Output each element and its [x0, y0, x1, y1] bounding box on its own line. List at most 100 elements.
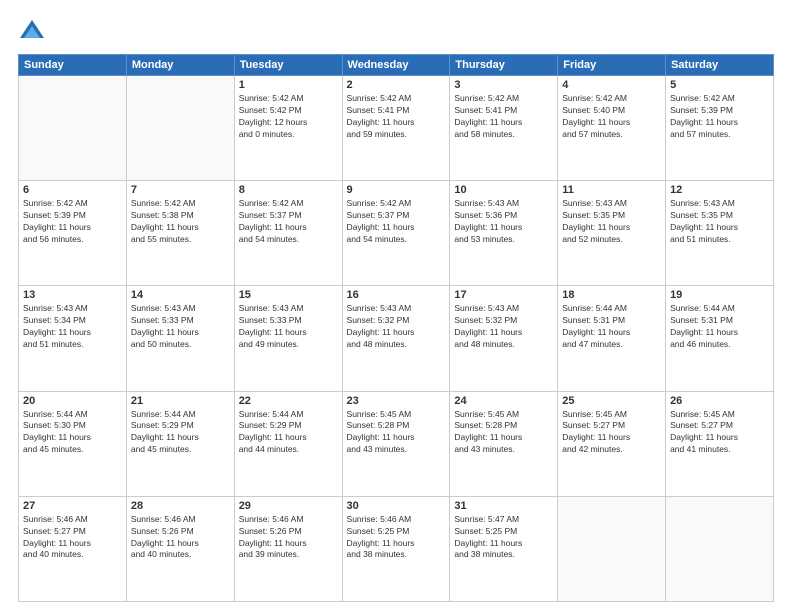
day-info: Sunrise: 5:45 AM Sunset: 5:27 PM Dayligh… — [670, 409, 769, 457]
day-number: 25 — [562, 395, 661, 407]
day-info: Sunrise: 5:43 AM Sunset: 5:34 PM Dayligh… — [23, 303, 122, 351]
header-cell-thursday: Thursday — [450, 55, 558, 76]
header-cell-sunday: Sunday — [19, 55, 127, 76]
day-cell: 1 Sunrise: 5:42 AM Sunset: 5:42 PM Daylig… — [234, 76, 342, 181]
week-row-2: 6 Sunrise: 5:42 AM Sunset: 5:39 PM Daylig… — [19, 181, 774, 286]
day-cell: 17 Sunrise: 5:43 AM Sunset: 5:32 PM Dayli… — [450, 286, 558, 391]
day-number: 9 — [347, 184, 446, 196]
day-info: Sunrise: 5:43 AM Sunset: 5:32 PM Dayligh… — [454, 303, 553, 351]
calendar: SundayMondayTuesdayWednesdayThursdayFrid… — [18, 54, 774, 602]
day-info: Sunrise: 5:43 AM Sunset: 5:33 PM Dayligh… — [131, 303, 230, 351]
day-info: Sunrise: 5:42 AM Sunset: 5:39 PM Dayligh… — [670, 93, 769, 141]
day-info: Sunrise: 5:46 AM Sunset: 5:26 PM Dayligh… — [239, 514, 338, 562]
day-cell: 24Sunrise: 5:45 AM Sunset: 5:28 PM Dayli… — [450, 391, 558, 496]
day-info: Sunrise: 5:45 AM Sunset: 5:28 PM Dayligh… — [454, 409, 553, 457]
day-number: 11 — [562, 184, 661, 196]
day-cell: 13 Sunrise: 5:43 AM Sunset: 5:34 PM Dayli… — [19, 286, 127, 391]
day-cell: 3Sunrise: 5:42 AM Sunset: 5:41 PM Daylig… — [450, 76, 558, 181]
day-cell: 6 Sunrise: 5:42 AM Sunset: 5:39 PM Daylig… — [19, 181, 127, 286]
day-cell: 7Sunrise: 5:42 AM Sunset: 5:38 PM Daylig… — [126, 181, 234, 286]
day-number: 7 — [131, 184, 230, 196]
day-number: 12 — [670, 184, 769, 196]
day-cell: 12Sunrise: 5:43 AM Sunset: 5:35 PM Dayli… — [666, 181, 774, 286]
day-cell: 28 Sunrise: 5:46 AM Sunset: 5:26 PM Dayli… — [126, 496, 234, 601]
header-cell-wednesday: Wednesday — [342, 55, 450, 76]
day-cell: 27 Sunrise: 5:46 AM Sunset: 5:27 PM Dayli… — [19, 496, 127, 601]
week-row-1: 1 Sunrise: 5:42 AM Sunset: 5:42 PM Daylig… — [19, 76, 774, 181]
day-number: 19 — [670, 289, 769, 301]
day-number: 26 — [670, 395, 769, 407]
day-info: Sunrise: 5:43 AM Sunset: 5:35 PM Dayligh… — [562, 198, 661, 246]
day-cell: 20 Sunrise: 5:44 AM Sunset: 5:30 PM Dayli… — [19, 391, 127, 496]
day-cell: 26 Sunrise: 5:45 AM Sunset: 5:27 PM Dayli… — [666, 391, 774, 496]
day-number: 23 — [347, 395, 446, 407]
day-info: Sunrise: 5:42 AM Sunset: 5:39 PM Dayligh… — [23, 198, 122, 246]
week-row-4: 20 Sunrise: 5:44 AM Sunset: 5:30 PM Dayli… — [19, 391, 774, 496]
day-number: 30 — [347, 500, 446, 512]
day-number: 14 — [131, 289, 230, 301]
day-cell: 8Sunrise: 5:42 AM Sunset: 5:37 PM Daylig… — [234, 181, 342, 286]
day-info: Sunrise: 5:44 AM Sunset: 5:29 PM Dayligh… — [239, 409, 338, 457]
page: SundayMondayTuesdayWednesdayThursdayFrid… — [0, 0, 792, 612]
day-info: Sunrise: 5:42 AM Sunset: 5:42 PM Dayligh… — [239, 93, 338, 141]
day-cell: 21 Sunrise: 5:44 AM Sunset: 5:29 PM Dayli… — [126, 391, 234, 496]
day-info: Sunrise: 5:47 AM Sunset: 5:25 PM Dayligh… — [454, 514, 553, 562]
day-cell: 18 Sunrise: 5:44 AM Sunset: 5:31 PM Dayli… — [558, 286, 666, 391]
day-number: 28 — [131, 500, 230, 512]
day-number: 8 — [239, 184, 338, 196]
day-number: 21 — [131, 395, 230, 407]
day-cell: 4Sunrise: 5:42 AM Sunset: 5:40 PM Daylig… — [558, 76, 666, 181]
day-number: 2 — [347, 79, 446, 91]
day-cell: 30 Sunrise: 5:46 AM Sunset: 5:25 PM Dayli… — [342, 496, 450, 601]
week-row-3: 13 Sunrise: 5:43 AM Sunset: 5:34 PM Dayli… — [19, 286, 774, 391]
day-cell: 11 Sunrise: 5:43 AM Sunset: 5:35 PM Dayli… — [558, 181, 666, 286]
day-info: Sunrise: 5:46 AM Sunset: 5:26 PM Dayligh… — [131, 514, 230, 562]
header — [18, 18, 774, 46]
day-number: 18 — [562, 289, 661, 301]
day-number: 15 — [239, 289, 338, 301]
header-cell-monday: Monday — [126, 55, 234, 76]
day-number: 13 — [23, 289, 122, 301]
day-info: Sunrise: 5:43 AM Sunset: 5:32 PM Dayligh… — [347, 303, 446, 351]
day-info: Sunrise: 5:46 AM Sunset: 5:27 PM Dayligh… — [23, 514, 122, 562]
day-cell: 9 Sunrise: 5:42 AM Sunset: 5:37 PM Daylig… — [342, 181, 450, 286]
day-cell — [558, 496, 666, 601]
day-info: Sunrise: 5:42 AM Sunset: 5:41 PM Dayligh… — [347, 93, 446, 141]
day-number: 17 — [454, 289, 553, 301]
day-cell: 23 Sunrise: 5:45 AM Sunset: 5:28 PM Dayli… — [342, 391, 450, 496]
day-cell — [666, 496, 774, 601]
day-cell: 14 Sunrise: 5:43 AM Sunset: 5:33 PM Dayli… — [126, 286, 234, 391]
logo-icon — [18, 18, 46, 46]
header-cell-saturday: Saturday — [666, 55, 774, 76]
header-cell-friday: Friday — [558, 55, 666, 76]
day-info: Sunrise: 5:44 AM Sunset: 5:29 PM Dayligh… — [131, 409, 230, 457]
header-row: SundayMondayTuesdayWednesdayThursdayFrid… — [19, 55, 774, 76]
header-cell-tuesday: Tuesday — [234, 55, 342, 76]
day-info: Sunrise: 5:43 AM Sunset: 5:33 PM Dayligh… — [239, 303, 338, 351]
day-number: 1 — [239, 79, 338, 91]
day-number: 3 — [454, 79, 553, 91]
day-number: 22 — [239, 395, 338, 407]
week-row-5: 27 Sunrise: 5:46 AM Sunset: 5:27 PM Dayli… — [19, 496, 774, 601]
day-info: Sunrise: 5:46 AM Sunset: 5:25 PM Dayligh… — [347, 514, 446, 562]
day-info: Sunrise: 5:45 AM Sunset: 5:28 PM Dayligh… — [347, 409, 446, 457]
day-number: 10 — [454, 184, 553, 196]
day-cell: 19Sunrise: 5:44 AM Sunset: 5:31 PM Dayli… — [666, 286, 774, 391]
day-info: Sunrise: 5:44 AM Sunset: 5:31 PM Dayligh… — [562, 303, 661, 351]
day-cell: 10Sunrise: 5:43 AM Sunset: 5:36 PM Dayli… — [450, 181, 558, 286]
day-cell: 31 Sunrise: 5:47 AM Sunset: 5:25 PM Dayli… — [450, 496, 558, 601]
logo — [18, 18, 50, 46]
day-number: 27 — [23, 500, 122, 512]
day-number: 31 — [454, 500, 553, 512]
day-info: Sunrise: 5:42 AM Sunset: 5:37 PM Dayligh… — [347, 198, 446, 246]
day-info: Sunrise: 5:45 AM Sunset: 5:27 PM Dayligh… — [562, 409, 661, 457]
day-info: Sunrise: 5:44 AM Sunset: 5:30 PM Dayligh… — [23, 409, 122, 457]
day-number: 6 — [23, 184, 122, 196]
day-info: Sunrise: 5:42 AM Sunset: 5:40 PM Dayligh… — [562, 93, 661, 141]
day-number: 16 — [347, 289, 446, 301]
day-number: 20 — [23, 395, 122, 407]
day-cell: 15 Sunrise: 5:43 AM Sunset: 5:33 PM Dayli… — [234, 286, 342, 391]
day-cell: 2 Sunrise: 5:42 AM Sunset: 5:41 PM Daylig… — [342, 76, 450, 181]
day-cell — [126, 76, 234, 181]
day-cell: 22 Sunrise: 5:44 AM Sunset: 5:29 PM Dayli… — [234, 391, 342, 496]
